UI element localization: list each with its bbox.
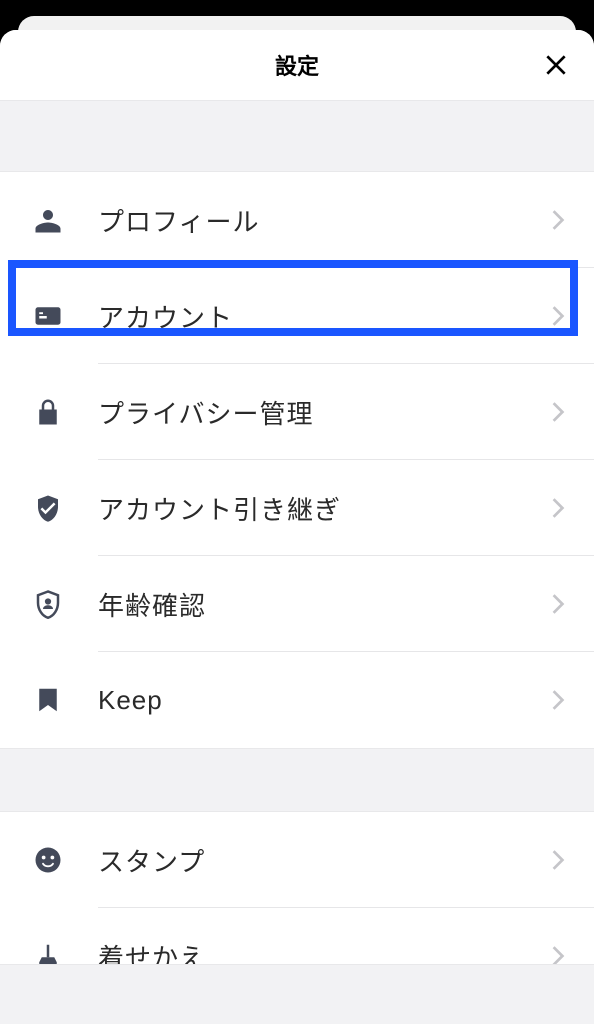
- header: 設定: [0, 30, 594, 100]
- chevron-right-icon: [546, 592, 570, 616]
- chevron-right-icon: [546, 400, 570, 424]
- chevron-right-icon: [546, 688, 570, 712]
- row-account[interactable]: アカウント: [0, 268, 594, 364]
- shield-check-icon: [28, 488, 68, 528]
- shield-person-icon: [28, 584, 68, 624]
- person-icon: [28, 200, 68, 240]
- page-title: 設定: [275, 49, 319, 81]
- chevron-right-icon: [546, 496, 570, 520]
- settings-section-1: プロフィール アカウント プライバシー管理 アカウント引き継ぎ: [0, 172, 594, 748]
- section-gap: [0, 100, 594, 172]
- row-label: アカウント引き継ぎ: [98, 490, 546, 527]
- close-icon: [543, 52, 569, 78]
- row-label: プロフィール: [98, 202, 546, 239]
- row-label: Keep: [98, 685, 546, 716]
- row-privacy[interactable]: プライバシー管理: [0, 364, 594, 460]
- bottom-gap: [0, 964, 594, 1024]
- row-transfer[interactable]: アカウント引き継ぎ: [0, 460, 594, 556]
- settings-sheet: 設定 プロフィール アカウント プライバシー管理: [0, 30, 594, 1024]
- row-label: アカウント: [98, 298, 546, 335]
- row-keep[interactable]: Keep: [0, 652, 594, 748]
- smiley-icon: [28, 840, 68, 880]
- close-button[interactable]: [538, 47, 574, 83]
- row-label: プライバシー管理: [98, 394, 546, 431]
- bookmark-icon: [28, 680, 68, 720]
- row-profile[interactable]: プロフィール: [0, 172, 594, 268]
- card-icon: [28, 296, 68, 336]
- row-age[interactable]: 年齢確認: [0, 556, 594, 652]
- lock-icon: [28, 392, 68, 432]
- section-gap: [0, 748, 594, 812]
- chevron-right-icon: [546, 848, 570, 872]
- chevron-right-icon: [546, 304, 570, 328]
- chevron-right-icon: [546, 208, 570, 232]
- row-stamp[interactable]: スタンプ: [0, 812, 594, 908]
- row-label: 年齢確認: [98, 586, 546, 623]
- row-label: スタンプ: [98, 842, 546, 879]
